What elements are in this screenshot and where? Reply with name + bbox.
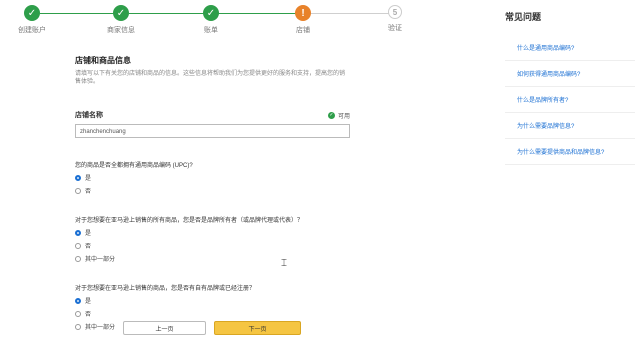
radio-option[interactable]: 否 (75, 186, 350, 195)
radio-option[interactable]: 其中一部分 (75, 322, 350, 331)
radio-icon (75, 255, 81, 262)
step-account: ✓ 创建账户 (2, 5, 62, 35)
step-label: 验证 (388, 25, 402, 32)
next-button[interactable]: 下一页 (214, 321, 301, 335)
availability-indicator: ✓ 可用 (327, 111, 350, 120)
faq-panel: 常见问题 什么是通用商品编码? 如何获得通用商品编码? 什么是品牌所有者? 为什… (505, 10, 635, 165)
option-label: 否 (85, 312, 92, 318)
section-title: 店铺和商品信息 (75, 56, 131, 65)
alert-icon: ! (295, 5, 311, 21)
faq-link[interactable]: 什么是品牌所有者? (505, 87, 635, 113)
step-label: 商家信息 (107, 27, 135, 34)
question-own-brand: 对于您想要在亚马逊上销售的商品，您是否有自有品牌或已经注册？ (75, 286, 256, 292)
option-label: 其中一部分 (85, 257, 116, 263)
check-circle-icon: ✓ (327, 111, 335, 119)
section-description: 请填写以下有关您的店铺和商品的信息。这些信息将帮助我们为您提供更好的服务和支持，… (75, 71, 346, 85)
radio-option[interactable]: 其中一部分 (75, 254, 350, 263)
step-business: ✓ 商家信息 (91, 5, 151, 35)
faq-link[interactable]: 为什么需要品牌信息? (505, 113, 635, 139)
store-info-form: 店铺和商品信息 请填写以下有关您的店铺和商品的信息。这些信息将帮助我们为您提供更… (75, 55, 350, 331)
store-name-input[interactable]: zhanchenchuang (75, 124, 350, 138)
faq-link[interactable]: 为什么需要提供商品和品牌信息? (505, 139, 635, 165)
radio-selected-icon (75, 174, 81, 181)
previous-button[interactable]: 上一页 (123, 321, 206, 335)
step-store: ! 店铺 (273, 5, 333, 35)
faq-link[interactable]: 什么是通用商品编码? (505, 35, 635, 61)
option-label: 否 (85, 244, 92, 250)
option-label: 否 (85, 189, 92, 195)
option-label: 其中一部分 (85, 325, 116, 331)
step-label: 账单 (204, 27, 218, 34)
availability-label: 可用 (337, 113, 350, 120)
mouse-cursor-icon: ⌶ (281, 258, 287, 269)
radio-icon (75, 187, 81, 194)
step-number-icon: 5 (388, 5, 402, 19)
radio-selected-icon (75, 297, 81, 304)
option-label: 是 (85, 299, 92, 305)
step-billing: ✓ 账单 (181, 5, 241, 35)
radio-selected-icon (75, 229, 81, 236)
question-brand-owner: 对于您想要在亚马逊上销售的所有商品，您是否是品牌所有者（或品牌代理或代表）？ (75, 218, 304, 224)
radio-option[interactable]: 否 (75, 309, 350, 318)
option-label: 是 (85, 176, 92, 182)
question-upc: 您的商品是否全都拥有通用商品编码 (UPC)? (75, 163, 193, 169)
step-label: 店铺 (296, 27, 310, 34)
faq-link[interactable]: 如何获得通用商品编码? (505, 61, 635, 87)
check-icon: ✓ (24, 5, 40, 21)
store-name-label: 店铺名称 (75, 112, 103, 119)
check-icon: ✓ (203, 5, 219, 21)
radio-option[interactable]: 否 (75, 241, 350, 250)
option-label: 是 (85, 231, 92, 237)
radio-icon (75, 310, 81, 317)
radio-icon (75, 323, 81, 330)
radio-option[interactable]: 是 (75, 296, 350, 305)
step-verify: 5 验证 (365, 5, 425, 33)
store-name-row: 店铺名称 ✓ 可用 (75, 110, 350, 120)
check-icon: ✓ (113, 5, 129, 21)
radio-icon (75, 242, 81, 249)
radio-option[interactable]: 是 (75, 228, 350, 237)
step-label: 创建账户 (18, 27, 46, 34)
radio-option[interactable]: 是 (75, 173, 350, 182)
faq-title: 常见问题 (505, 12, 542, 22)
progress-stepper: ✓ 创建账户 ✓ 商家信息 ✓ 账单 ! 店铺 5 验证 (0, 0, 420, 40)
